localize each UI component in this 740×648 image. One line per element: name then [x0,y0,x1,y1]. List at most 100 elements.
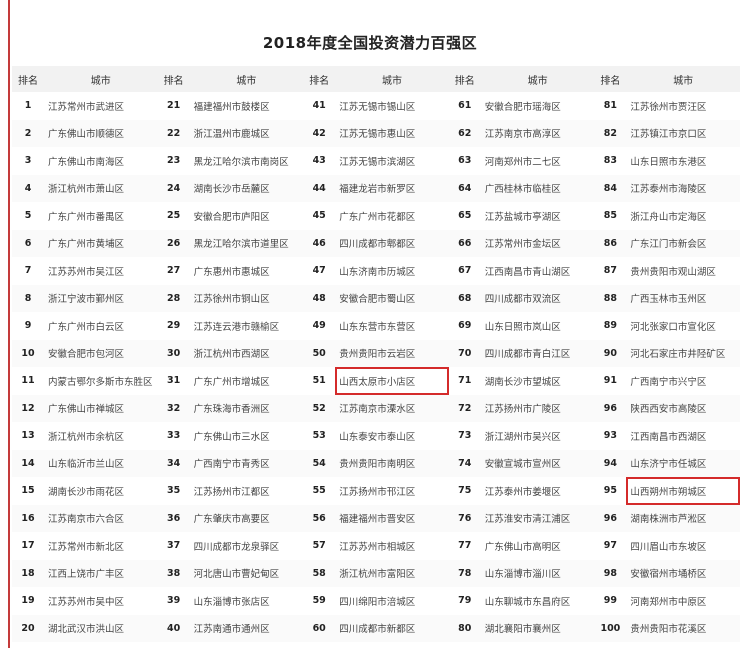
rank-cell: 21 [166,100,181,112]
rank-cell: 81 [603,100,617,112]
table-row: 3 广东佛山市南海区 23 黑龙江哈尔滨市南岗区 43 江苏无锡市滨湖区 63 河南郑州市二七… [12,147,740,175]
table-row: 7 江苏苏州市吴江区 27 广东惠州市惠城区 47 山东济南市历城区 67 江西南昌市青山湖区… [12,257,740,285]
city-cell: 安徽合肥市瑶海区 [484,101,561,113]
city-cell: 广东佛山市三水区 [193,431,270,443]
city-cell: 江苏淮安市清江浦区 [480,504,595,532]
rank-cell: 25 [166,210,181,222]
rank-cell: 54 [303,449,336,477]
rank-cell: 11 [21,375,35,387]
city-cell: 四川成都市青白江区 [480,339,595,367]
rank-cell: 87 [603,265,617,277]
city-cell: 黑龙江哈尔滨市南岗区 [193,156,289,168]
rank-cell: 10 [12,339,44,367]
city-cell: 黑龙江哈尔滨市道里区 [189,229,304,257]
rank-cell: 13 [21,430,35,442]
header-rank: 排名 [303,66,336,92]
rank-cell: 63 [458,155,472,167]
highlighted-city-cell: 山西太原市小店区 [335,367,449,395]
city-cell: 江苏泰州市姜堰区 [484,486,561,498]
city-cell: 四川眉山市东坡区 [630,541,707,553]
city-cell: 江西上饶市广丰区 [44,559,158,587]
rank-cell: 96 [594,394,627,422]
rank-cell: 53 [312,430,326,442]
city-cell: 安徽合肥市包河区 [44,339,158,367]
rank-cell: 46 [303,229,336,257]
city-cell: 广东江门市新会区 [626,229,740,257]
rank-cell: 56 [303,504,336,532]
city-cell: 浙江舟山市定海区 [630,211,707,223]
city-cell: 福建龙岩市新罗区 [335,174,449,202]
table-row: 16 江苏南京市六合区 36 广东肇庆市高要区 56 福建福州市晋安区 76 江苏淮安市清江浦… [12,504,740,532]
city-cell: 山东聊城市东昌府区 [484,596,571,608]
city-cell: 贵州贵阳市花溪区 [626,614,740,642]
city-cell: 江苏南京市高淳区 [480,119,595,147]
header-rank: 排名 [594,66,627,92]
table-row: 9 广东广州市白云区 29 江苏连云港市赣榆区 49 山东东营市东营区 69 山东日照市岚山区… [12,312,740,340]
table-row: 4 浙江杭州市萧山区 24 湖南长沙市岳麓区 44 福建龙岩市新罗区 64 广西桂林市临桂区 8… [12,174,740,202]
rank-cell: 2 [12,119,44,147]
city-cell: 江苏无锡市锡山区 [339,101,416,113]
rank-cell: 71 [458,375,472,387]
header-city: 城市 [480,66,595,92]
rank-cell: 86 [594,229,627,257]
rank-cell: 97 [603,540,617,552]
city-cell: 江苏扬州市邗江区 [339,486,416,498]
rank-cell: 83 [603,155,617,167]
rank-cell: 15 [21,485,35,497]
city-cell: 河北石家庄市井陉矿区 [626,339,740,367]
city-cell: 广东广州市番禺区 [48,211,125,223]
rank-cell: 18 [12,559,44,587]
rank-cell: 22 [157,119,190,147]
rank-cell: 32 [157,394,190,422]
city-cell: 四川成都市双流区 [480,284,595,312]
table-row: 2 广东佛山市顺德区 22 浙江温州市鹿城区 42 江苏无锡市惠山区 62 江苏南京市高淳区 8… [12,119,740,147]
rank-cell: 91 [603,375,617,387]
rank-cell: 51 [312,375,326,387]
rank-cell: 3 [24,155,32,167]
rank-cell: 31 [166,375,181,387]
city-cell: 河南郑州市二七区 [484,156,561,168]
city-cell: 河南郑州市中原区 [630,596,707,608]
city-cell: 江苏南通市通州区 [189,614,304,642]
rank-cell: 40 [157,614,190,642]
rank-cell: 19 [21,595,35,607]
city-cell: 江苏常州市金坛区 [480,229,595,257]
city-cell: 河北张家口市宣化区 [630,321,716,333]
city-cell: 安徽宿州市埇桥区 [626,559,740,587]
city-cell: 江苏徐州市铜山区 [189,284,304,312]
rank-cell: 5 [24,210,32,222]
table-row: 20 湖北武汉市洪山区 40 江苏南通市通州区 60 四川成都市新都区 80 湖北襄阳市襄州区… [12,614,740,642]
rank-cell: 12 [12,394,44,422]
rank-cell: 24 [157,174,190,202]
rank-cell: 29 [166,320,181,332]
header-city: 城市 [189,66,304,92]
rank-cell: 96 [594,504,627,532]
rank-cell: 60 [303,614,336,642]
city-cell: 山东临沂市兰山区 [44,449,158,477]
rank-cell: 7 [24,265,32,277]
rank-cell: 78 [448,559,481,587]
city-cell: 江苏苏州市相城区 [339,541,416,553]
city-cell: 广东广州市白云区 [48,321,125,333]
header-row: 排名 城市 排名 城市 排名 城市 排名 城市 排名 城市 [12,66,740,92]
city-cell: 四川成都市郫都区 [335,229,449,257]
rank-cell: 84 [594,174,627,202]
rank-cell: 30 [157,339,190,367]
rank-cell: 44 [303,174,336,202]
table-row: 18 江西上饶市广丰区 38 河北唐山市曹妃甸区 58 浙江杭州市富阳区 78 山东淄博市淄川… [12,559,740,587]
highlighted-city-cell: 山西朔州市朔城区 [626,477,740,505]
city-cell: 安徽合肥市蜀山区 [335,284,449,312]
rank-cell: 39 [166,595,181,607]
table-row: 8 浙江宁波市鄞州区 28 江苏徐州市铜山区 48 安徽合肥市蜀山区 68 四川成都市双流区 8… [12,284,740,312]
city-cell: 广东广州市增城区 [193,376,270,388]
rank-cell: 88 [594,284,627,312]
rank-cell: 35 [166,485,181,497]
city-cell: 湖南株洲市芦淞区 [626,504,740,532]
rank-cell: 98 [594,559,627,587]
header-city: 城市 [335,66,449,92]
city-cell: 江苏盐城市亭湖区 [484,211,561,223]
rank-cell: 95 [603,485,617,497]
rank-cell: 36 [157,504,190,532]
table-row: 11 内蒙古鄂尔多斯市东胜区 31 广东广州市增城区 51 山西太原市小店区 71 湖南长沙市… [12,367,740,395]
city-cell: 山东淄博市张店区 [193,596,270,608]
